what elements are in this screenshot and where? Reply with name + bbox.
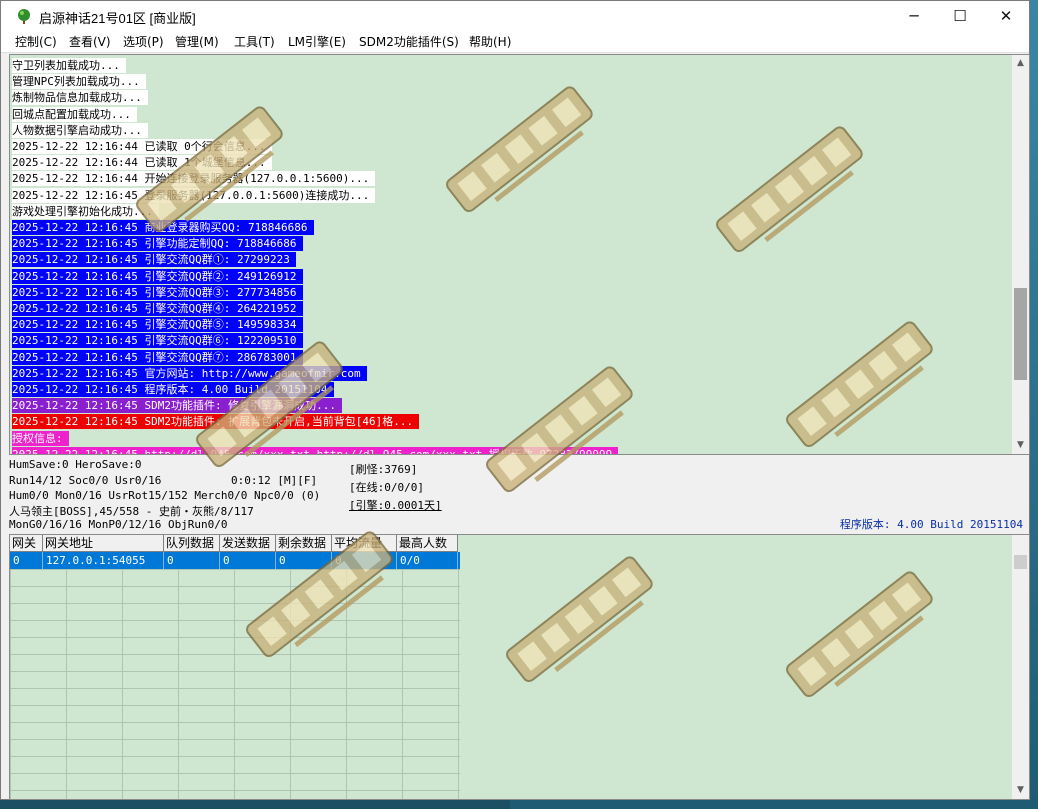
tree-icon <box>18 9 30 24</box>
table-cell: 0 <box>164 552 220 569</box>
log-line: 2025-12-22 12:16:44 已读取 1个城堡信息... <box>12 155 272 171</box>
table-gridlines <box>10 569 460 799</box>
menu-help[interactable]: 帮助(H) <box>469 33 511 50</box>
log-line: 2025-12-22 12:16:45 SDM2功能插件: 扩展背包未开启,当前… <box>12 414 420 430</box>
online-counter: [在线:0/0/0] <box>349 481 424 494</box>
column-header[interactable]: 队列数据 <box>164 535 220 552</box>
log-scrollbar[interactable]: ▲ ▼ <box>1012 55 1029 454</box>
title-bar[interactable]: 启源神话21号01区 [商业版] ─ ☐ ✕ <box>1 1 1029 31</box>
log-line: 2025-12-22 12:16:45 登录服务器(127.0.0.1:5600… <box>12 187 376 203</box>
log-line: 管理NPC列表加载成功... <box>12 74 146 90</box>
log-line: 2025-12-22 12:16:45 引擎交流QQ群⑥: 122209510 <box>12 333 303 349</box>
status-run: Run14/12 Soc0/0 Usr0/16 <box>9 474 162 487</box>
window-title: 启源神话21号01区 [商业版] <box>39 11 196 26</box>
log-line: 2025-12-22 12:16:44 已读取 0个行会信息... <box>12 139 272 154</box>
table-cell: 0/0 <box>397 552 458 569</box>
menu-tools[interactable]: 工具(T) <box>234 33 275 50</box>
log-line: 炼制物品信息加载成功... <box>12 90 148 106</box>
log-scroll-thumb[interactable] <box>1014 288 1027 380</box>
column-header[interactable]: 剩余数据 <box>276 535 332 552</box>
app-window: 启源神话21号01区 [商业版] ─ ☐ ✕ 控制(C) 查看(V) 选项(P)… <box>0 0 1030 800</box>
table-cell: 0 <box>10 552 43 569</box>
log-panel[interactable]: 守卫列表加载成功... 管理NPC列表加载成功... 炼制物品信息加载成功... 回城… <box>9 54 1030 455</box>
menu-sdm2-plugin[interactable]: SDM2功能插件(S) <box>359 33 459 50</box>
table-scroll-thumb[interactable] <box>1014 555 1027 569</box>
column-header[interactable]: 发送数据 <box>220 535 276 552</box>
menu-control[interactable]: 控制(C) <box>15 33 57 50</box>
log-line: 2025-12-22 12:16:45 引擎交流QQ群⑦: 286783001 <box>12 349 303 365</box>
menu-options[interactable]: 选项(P) <box>123 33 164 50</box>
menu-bar: 控制(C) 查看(V) 选项(P) 管理(M) 工具(T) LM引擎(E) SD… <box>1 31 1029 53</box>
table-scroll-down-icon[interactable]: ▼ <box>1012 782 1029 799</box>
table-row[interactable]: 0 127.0.0.1:54055 0 0 0 0 0/0 <box>10 552 460 569</box>
log-line: 2025-12-22 12:16:45 官方网站: http://www.gam… <box>12 365 367 381</box>
minimize-button[interactable]: ─ <box>891 1 937 31</box>
scroll-up-icon[interactable]: ▲ <box>1012 55 1029 72</box>
column-header[interactable]: 平均流量 <box>332 535 397 552</box>
menu-manage[interactable]: 管理(M) <box>175 33 219 50</box>
log-line: 2025-12-22 12:16:45 引擎功能定制QQ: 718846686 <box>12 236 303 252</box>
log-line: 回城点配置加载成功... <box>12 106 137 122</box>
log-line: 2025-12-22 12:16:45 引擎交流QQ群②: 249126912 <box>12 268 303 284</box>
version-label: 程序版本: 4.00 Build 20151104 <box>839 518 1023 531</box>
log-line: 2025-12-22 12:16:45 引擎交流QQ群①: 27299223 <box>12 252 296 268</box>
log-line: 2025-12-22 12:16:45 商业登录器购买QQ: 718846686 <box>12 220 314 235</box>
column-header[interactable]: 最高人数 <box>397 535 458 552</box>
log-line: 人物数据引擎启动成功... <box>12 122 148 138</box>
desktop-taskbar-strip <box>0 800 510 809</box>
log-line: 2025-12-22 12:16:45 SDM2功能插件: 修复引擎漏洞成功..… <box>12 398 343 414</box>
log-line: 2025-12-22 12:16:45 引擎交流QQ群③: 277734856 <box>12 284 303 300</box>
table-cell: 0 <box>332 552 397 569</box>
column-header[interactable]: 网关 <box>10 535 43 552</box>
status-save: HumSave:0 HeroSave:0 <box>9 458 142 471</box>
log-line: 2025-12-22 12:16:44 开始连接登录服务器(127.0.0.1:… <box>12 171 376 187</box>
status-boss: 人马领主[BOSS],45/558 - 史前・灰熊/8/117 <box>9 505 254 518</box>
table-cell: 127.0.0.1:54055 <box>43 552 164 569</box>
log-line: 2025-12-22 12:16:45 程序版本: 4.00 Build 201… <box>12 382 334 397</box>
table-scrollbar[interactable]: ▼ <box>1012 535 1029 799</box>
menu-view[interactable]: 查看(V) <box>69 33 111 50</box>
status-panel: HumSave:0 HeroSave:0 Run14/12 Soc0/0 Usr… <box>1 456 1029 533</box>
close-button[interactable]: ✕ <box>983 1 1029 31</box>
log-line: 2025-12-22 12:16:45 引擎交流QQ群④: 264221952 <box>12 301 303 316</box>
table-cell: 0 <box>276 552 332 569</box>
log-line: 授权信息: <box>12 430 69 446</box>
status-objects: Hum0/0 Mon0/16 UsrRot15/152 Merch0/0 Npc… <box>9 489 321 502</box>
status-timer: 0:0:12 [M][F] <box>231 474 318 487</box>
log-line: 2025-12-22 12:16:45 引擎交流QQ群⑤: 149598334 <box>12 317 303 333</box>
engine-days-link[interactable]: [引擎:0.0001天] <box>349 497 442 513</box>
column-header[interactable]: 网关地址 <box>43 535 164 552</box>
scroll-down-icon[interactable]: ▼ <box>1012 437 1029 454</box>
maximize-button[interactable]: ☐ <box>937 1 983 31</box>
table-cell: 0 <box>220 552 276 569</box>
log-line: 游戏处理引擎初始化成功... <box>12 203 159 219</box>
log-line: 2025-12-22 12:16:45 http://dl.945.com/xx… <box>12 446 619 454</box>
menu-lm-engine[interactable]: LM引擎(E) <box>288 33 346 50</box>
gateway-table[interactable]: 网关 网关地址 队列数据 发送数据 剩余数据 平均流量 最高人数 0 127.0.0.1:54… <box>9 534 1030 800</box>
status-monsters: MonG0/16/16 MonP0/12/16 ObjRun0/0 <box>9 518 228 531</box>
refresh-counter: [刷怪:3769] <box>349 463 418 476</box>
log-line: 守卫列表加载成功... <box>12 58 126 73</box>
